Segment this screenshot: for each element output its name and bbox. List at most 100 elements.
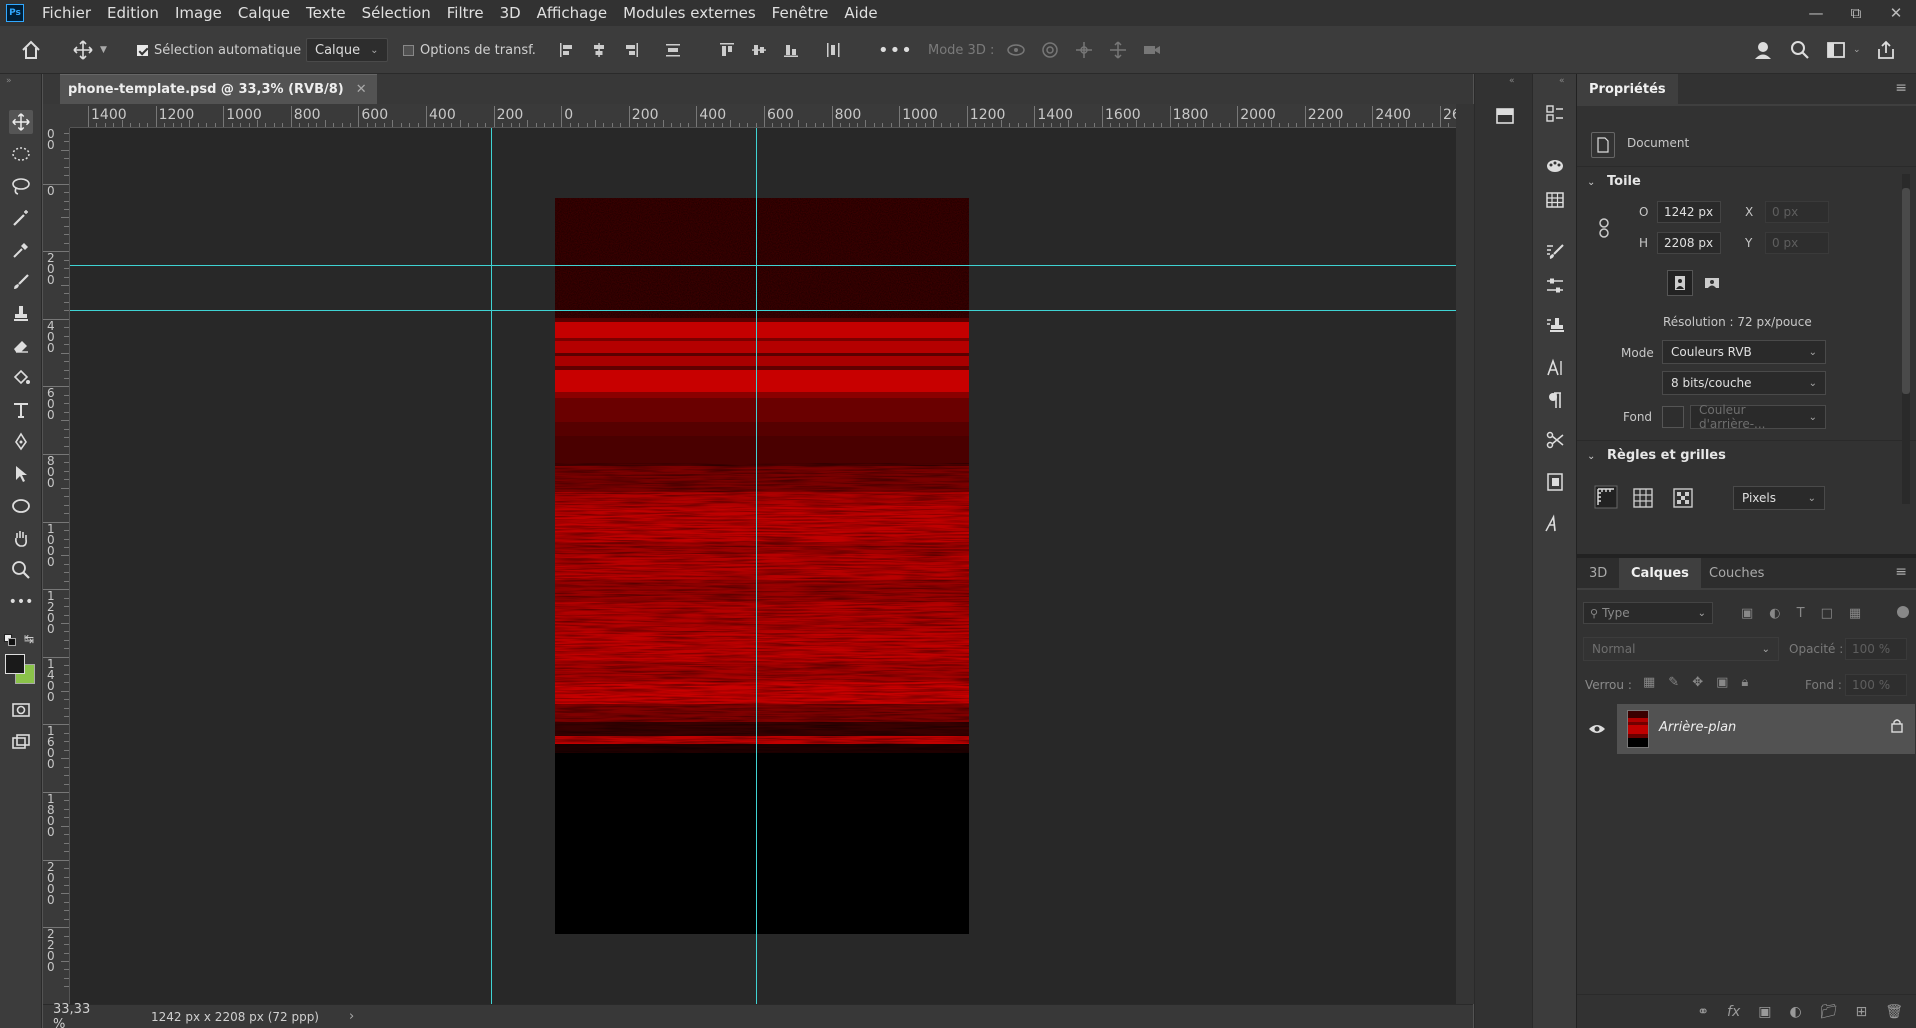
layer-name[interactable]: Arrière-plan	[1659, 720, 1736, 735]
transform-options-checkbox[interactable]: Options de transf.	[403, 26, 536, 74]
eraser-tool[interactable]	[9, 334, 33, 358]
adjustments-panel-button[interactable]	[1543, 274, 1567, 298]
pen-tool[interactable]	[9, 430, 33, 454]
opacity-field[interactable]: 100 %	[1845, 638, 1907, 660]
rulers-grids-section-title[interactable]: Règles et grilles	[1607, 448, 1726, 463]
close-tab-icon[interactable]: ✕	[356, 82, 367, 97]
share-user-button[interactable]	[1753, 39, 1775, 61]
horizontal-ruler[interactable]: 1400 1200 1000 800 600 400 200 0 200 400 600 800 100…	[70, 104, 1456, 128]
chevron-down-icon[interactable]: ⌄	[1587, 177, 1595, 188]
move-tool-preset[interactable]: ▼	[72, 26, 107, 74]
fx-icon[interactable]: fx	[1727, 1004, 1740, 1020]
menu-selection[interactable]: Sélection	[354, 0, 439, 26]
menu-calque[interactable]: Calque	[230, 0, 298, 26]
tool-presets-panel-button[interactable]	[1543, 428, 1567, 452]
horizontal-guide[interactable]	[70, 310, 1456, 311]
history-panel-button[interactable]	[1543, 102, 1567, 126]
fond-color-swatch[interactable]	[1662, 406, 1684, 428]
lock-position-icon[interactable]: ✥	[1692, 675, 1703, 690]
menu-modules-externes[interactable]: Modules externes	[615, 0, 764, 26]
ruler-toggle-button[interactable]	[1593, 484, 1619, 510]
filter-smart-object-icon[interactable]: ▦	[1849, 606, 1861, 621]
shape-tool[interactable]	[9, 494, 33, 518]
minimize-button[interactable]: —	[1796, 0, 1836, 26]
canvas-vertical-scrollbar[interactable]	[1456, 104, 1474, 1004]
workspace-button[interactable]	[1825, 39, 1847, 61]
lock-image-pixels-icon[interactable]: ✎	[1668, 675, 1679, 690]
eyedropper-tool[interactable]	[9, 238, 33, 262]
ruler-origin[interactable]	[43, 104, 70, 128]
lasso-tool[interactable]	[9, 174, 33, 198]
auto-select-target-select[interactable]: Calque ⌄	[306, 38, 388, 62]
align-right-button[interactable]	[620, 39, 642, 61]
x-field[interactable]: 0 px	[1765, 201, 1829, 223]
align-vcenter-button[interactable]	[748, 39, 770, 61]
document-size-info[interactable]: 1242 px x 2208 px (72 ppp)	[105, 1010, 319, 1024]
swatches-panel-button[interactable]	[1543, 188, 1567, 212]
tab-properties[interactable]: Propriétés	[1577, 74, 1678, 104]
chevron-right-icon[interactable]: ›	[349, 1009, 354, 1024]
align-left-button[interactable]	[556, 39, 578, 61]
link-dimensions-button[interactable]	[1597, 218, 1611, 238]
fill-field[interactable]: 100 %	[1845, 674, 1907, 696]
menu-texte[interactable]: Texte	[298, 0, 354, 26]
canvas-area[interactable]	[70, 128, 1456, 1004]
slide-3d-button[interactable]	[1107, 39, 1129, 61]
orbit-3d-button[interactable]	[1005, 39, 1027, 61]
stamp-tool[interactable]	[9, 302, 33, 326]
collapse-panels-icon[interactable]: «	[1559, 76, 1565, 86]
filter-pixel-icon[interactable]: ▣	[1741, 606, 1753, 621]
paragraph-panel-button[interactable]	[1543, 388, 1567, 412]
zoom-level[interactable]: 33,33 %	[43, 1002, 105, 1028]
distribute-vertical-button[interactable]	[662, 39, 684, 61]
color-panel-button[interactable]	[1543, 154, 1567, 178]
bit-depth-select[interactable]: 8 bits/couche ⌄	[1662, 371, 1826, 395]
vertical-guide[interactable]	[491, 128, 492, 1004]
distribute-horizontal-button[interactable]	[822, 39, 844, 61]
foreground-color-swatch[interactable]	[5, 654, 25, 674]
document-tab[interactable]: phone-template.psd @ 33,3% (RVB/8) ✕	[60, 74, 377, 104]
layer-filter-select[interactable]: ⚲ Type ⌄	[1583, 602, 1713, 624]
default-colors-icon[interactable]	[4, 634, 18, 648]
menu-3d[interactable]: 3D	[492, 0, 529, 26]
layer-row[interactable]: Arrière-plan	[1617, 704, 1915, 754]
glyphs-panel-button[interactable]	[1543, 512, 1567, 536]
new-layer-icon[interactable]: ⊞	[1855, 1004, 1867, 1020]
blend-mode-select[interactable]: Normal ⌄	[1583, 637, 1779, 661]
pixel-grid-toggle-button[interactable]	[1673, 488, 1693, 508]
close-button[interactable]: ✕	[1876, 0, 1916, 26]
navigator-panel-button[interactable]	[1493, 104, 1517, 128]
align-bottom-button[interactable]	[780, 39, 802, 61]
libraries-panel-button[interactable]	[1543, 470, 1567, 494]
filter-text-icon[interactable]: T	[1797, 606, 1805, 621]
link-layers-icon[interactable]: ⚭	[1697, 1004, 1709, 1020]
menu-fenetre[interactable]: Fenêtre	[764, 0, 837, 26]
panel-menu-icon[interactable]: ≡	[1895, 564, 1907, 580]
character-panel-button[interactable]	[1543, 356, 1567, 380]
screen-mode-button[interactable]	[9, 730, 33, 754]
document-canvas[interactable]	[555, 198, 969, 934]
home-button[interactable]	[20, 26, 42, 74]
menu-image[interactable]: Image	[167, 0, 230, 26]
brush-settings-panel-button[interactable]	[1543, 240, 1567, 264]
grid-toggle-button[interactable]	[1633, 488, 1653, 508]
pan-3d-button[interactable]	[1073, 39, 1095, 61]
align-hcenter-button[interactable]	[588, 39, 610, 61]
menu-edition[interactable]: Edition	[99, 0, 167, 26]
search-button[interactable]	[1789, 39, 1811, 61]
collapse-panels-icon[interactable]: «	[1509, 76, 1515, 86]
camera-3d-button[interactable]	[1141, 39, 1163, 61]
chevron-down-icon[interactable]: ⌄	[1587, 451, 1595, 462]
new-group-icon[interactable]: 📁︎	[1820, 1004, 1838, 1020]
more-options-button[interactable]: •••	[878, 26, 913, 74]
filter-adjustment-icon[interactable]: ◐	[1769, 606, 1780, 621]
menu-aide[interactable]: Aide	[836, 0, 885, 26]
zoom-tool[interactable]	[9, 558, 33, 582]
delete-layer-icon[interactable]: 🗑︎	[1885, 1004, 1903, 1020]
fond-select[interactable]: Couleur d'arrière-... ⌄	[1690, 403, 1826, 431]
properties-scrollbar[interactable]	[1902, 174, 1910, 504]
layer-visibility-toggle[interactable]	[1577, 704, 1617, 754]
path-selection-tool[interactable]	[9, 462, 33, 486]
width-field[interactable]: 1242 px	[1657, 201, 1721, 223]
tab-couches[interactable]: Couches	[1697, 558, 1776, 588]
